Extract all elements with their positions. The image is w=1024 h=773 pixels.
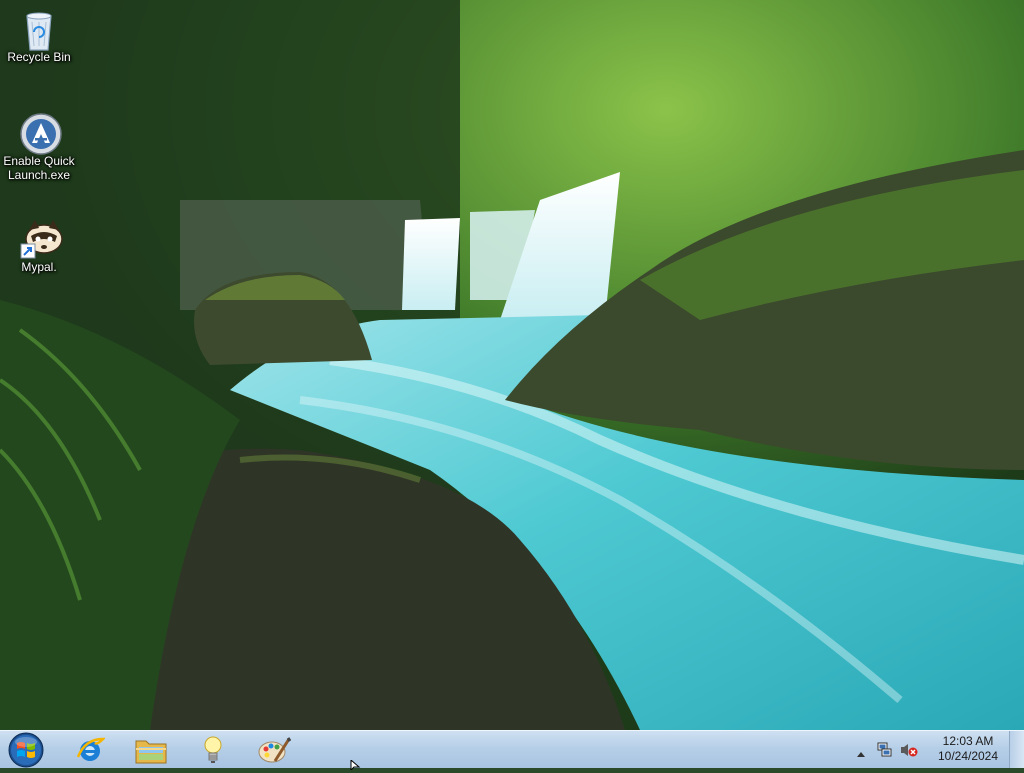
mypal-label: Mypal. bbox=[21, 260, 57, 274]
system-tray: 12:03 AM 10/24/2024 bbox=[856, 731, 1024, 769]
show-hidden-icons-icon[interactable] bbox=[856, 745, 866, 763]
internet-explorer-icon bbox=[76, 737, 105, 761]
recycle-bin-label: Recycle Bin bbox=[7, 50, 71, 64]
lightbulb-icon bbox=[204, 736, 222, 763]
mypal-icon bbox=[19, 218, 63, 259]
taskbar-file-explorer[interactable] bbox=[125, 732, 177, 768]
mouse-cursor-icon bbox=[350, 760, 361, 770]
desktop-icon-enable-quick-launch[interactable]: Enable Quick Launch.exe bbox=[1, 112, 77, 182]
quick-launch-icon bbox=[19, 112, 62, 155]
clock[interactable]: 12:03 AM 10/24/2024 bbox=[932, 734, 1004, 764]
clock-date: 10/24/2024 bbox=[937, 749, 999, 763]
desktop-icon-mypal[interactable]: Mypal. bbox=[1, 218, 77, 274]
recycle-bin-icon bbox=[19, 8, 59, 51]
quick-launch-label: Enable Quick Launch.exe bbox=[3, 154, 75, 182]
show-desktop-button[interactable] bbox=[1009, 731, 1024, 768]
clock-time: 12:03 AM bbox=[942, 734, 994, 748]
desktop-icon-recycle-bin[interactable]: Recycle Bin bbox=[1, 8, 77, 64]
desktop-wallpaper bbox=[0, 0, 1024, 730]
taskbar-paint[interactable] bbox=[248, 732, 300, 768]
paint-icon bbox=[258, 737, 291, 763]
taskbar-lightbulb-app[interactable] bbox=[187, 732, 239, 768]
network-icon[interactable] bbox=[876, 742, 892, 763]
windows-orb-icon bbox=[8, 732, 44, 768]
taskbar-internet-explorer[interactable] bbox=[64, 732, 116, 768]
volume-muted-icon[interactable] bbox=[900, 742, 918, 763]
folder-icon bbox=[135, 740, 167, 764]
start-button[interactable] bbox=[6, 732, 46, 768]
taskbar: 12:03 AM 10/24/2024 bbox=[0, 730, 1024, 768]
